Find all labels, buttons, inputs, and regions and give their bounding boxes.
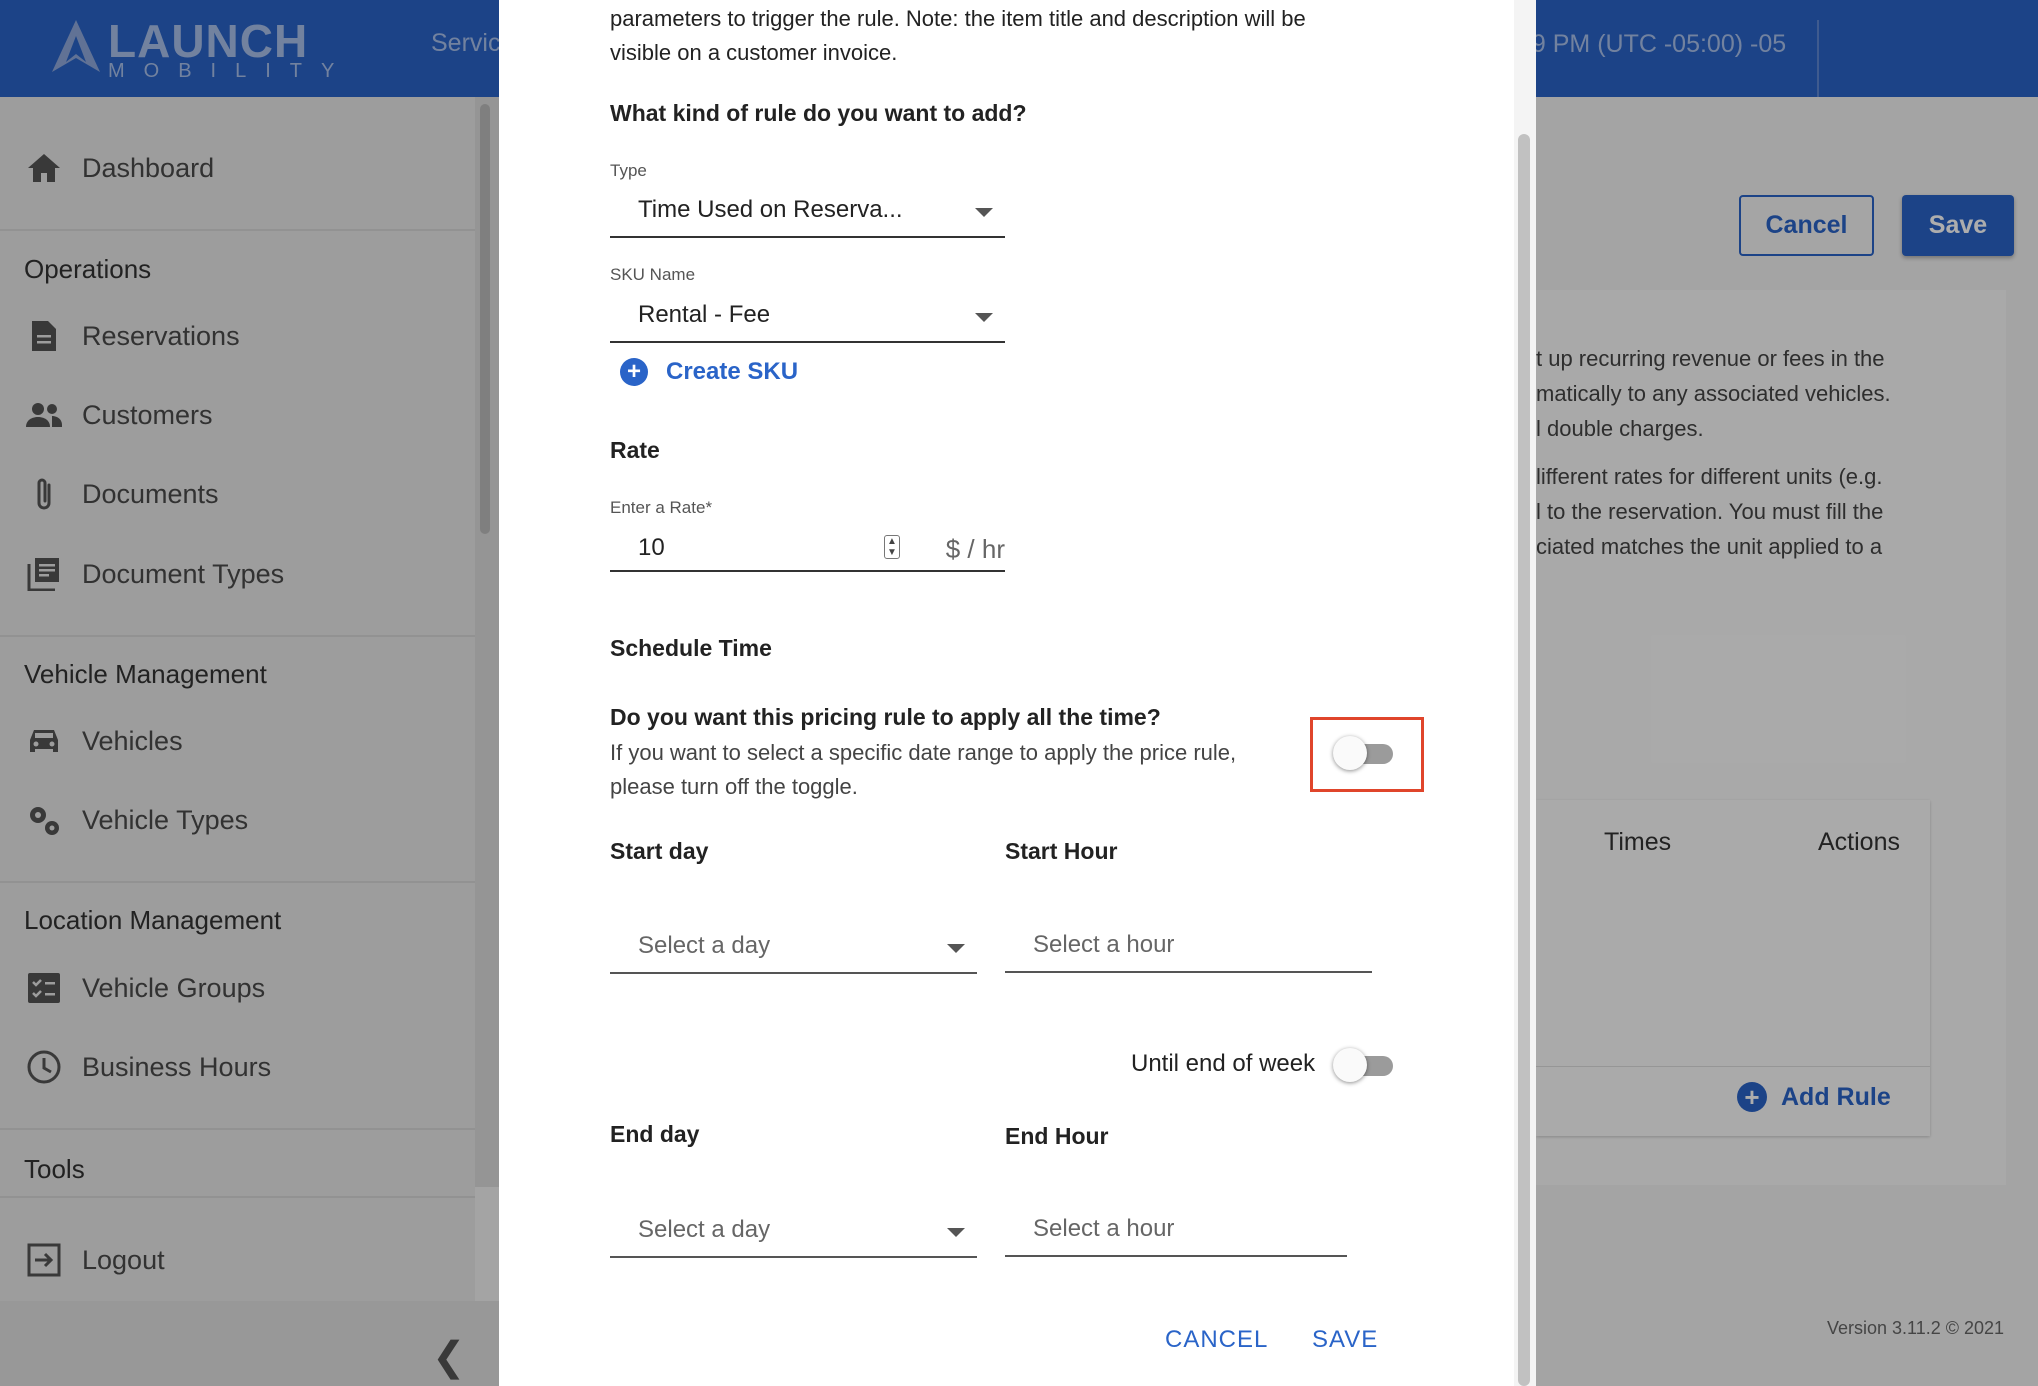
start-day-title: Start day (610, 838, 709, 864)
sku-name-value: Rental - Fee (638, 301, 771, 328)
dropdown-arrow-icon (947, 944, 965, 953)
rate-value: 10 (638, 534, 665, 561)
create-sku-label: Create SKU (666, 358, 799, 385)
dropdown-arrow-icon (975, 313, 993, 322)
rule-kind-title: What kind of rule do you want to add? (610, 100, 1027, 126)
end-day-placeholder: Select a day (638, 1216, 771, 1243)
end-hour-title: End Hour (1005, 1123, 1109, 1149)
description-line: If you want to select a specific date ra… (610, 740, 1237, 765)
start-hour-placeholder: Select a hour (1033, 931, 1175, 958)
intro-line: parameters to trigger the rule. Note: th… (610, 6, 1306, 31)
type-label: Type (610, 161, 647, 180)
type-value: Time Used on Reserva... (638, 196, 903, 223)
plus-circle-icon: + (620, 358, 648, 386)
end-day-title: End day (610, 1121, 700, 1147)
dialog-scrollbar-thumb[interactable] (1518, 134, 1530, 1386)
intro-line: visible on a customer invoice. (610, 40, 898, 65)
end-hour-placeholder: Select a hour (1033, 1215, 1175, 1242)
end-hour-input[interactable]: Select a hour (1005, 1207, 1347, 1257)
start-day-placeholder: Select a day (638, 932, 771, 959)
dialog-cancel-button[interactable]: CANCEL (1165, 1326, 1268, 1354)
description-line: please turn off the toggle. (610, 774, 858, 799)
apply-all-time-toggle[interactable] (1333, 733, 1399, 775)
dropdown-arrow-icon (975, 208, 993, 217)
until-end-of-week-label: Until end of week (1131, 1050, 1316, 1077)
end-day-select[interactable]: Select a day (610, 1208, 977, 1258)
rate-title: Rate (610, 437, 660, 463)
type-select[interactable]: Time Used on Reserva... (610, 188, 1005, 238)
until-end-of-week-toggle[interactable] (1333, 1045, 1399, 1087)
apply-all-time-question: Do you want this pricing rule to apply a… (610, 704, 1161, 730)
apply-all-time-description: If you want to select a specific date ra… (610, 736, 1310, 804)
dialog-save-button[interactable]: SAVE (1312, 1326, 1378, 1354)
start-hour-input[interactable]: Select a hour (1005, 923, 1372, 973)
toggle-knob (1333, 736, 1367, 770)
toggle-knob (1333, 1048, 1367, 1082)
sku-name-label: SKU Name (610, 265, 696, 284)
rate-unit: $ / hr (945, 534, 1005, 564)
dialog-intro-text: parameters to trigger the rule. Note: th… (610, 2, 1410, 70)
start-hour-title: Start Hour (1005, 838, 1118, 864)
number-spinner-icon[interactable]: ▲ ▼ (884, 535, 900, 559)
rate-input[interactable]: 10 ▲ ▼ $ / hr (610, 520, 1005, 572)
start-day-select[interactable]: Select a day (610, 924, 977, 974)
rate-label: Enter a Rate* (610, 498, 713, 517)
sku-name-select[interactable]: Rental - Fee (610, 293, 1005, 343)
create-sku-button[interactable]: + Create SKU (620, 358, 798, 386)
schedule-time-title: Schedule Time (610, 635, 772, 661)
dropdown-arrow-icon (947, 1228, 965, 1237)
